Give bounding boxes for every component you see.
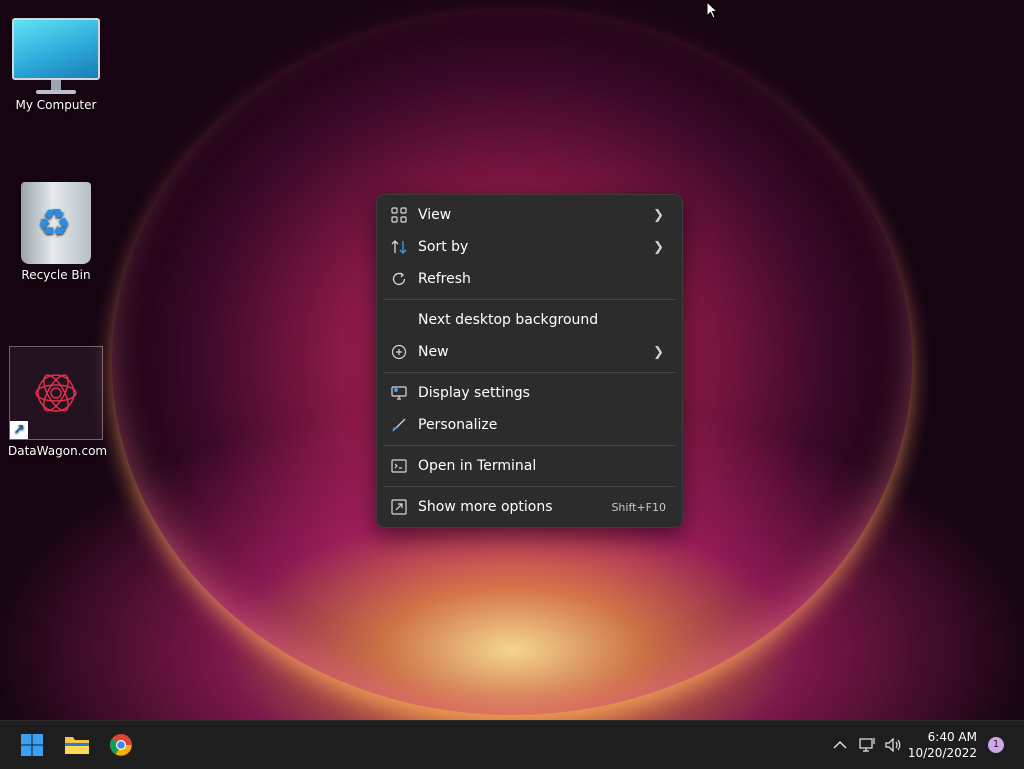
chrome-icon bbox=[110, 734, 132, 756]
volume-icon[interactable] bbox=[883, 735, 903, 755]
menu-item-label: Display settings bbox=[418, 385, 530, 401]
menu-item-personalize[interactable]: Personalize bbox=[377, 409, 682, 441]
menu-item-label: Open in Terminal bbox=[418, 458, 537, 474]
menu-item-sort-by[interactable]: Sort by ❯ bbox=[377, 231, 682, 263]
menu-item-label: New bbox=[418, 344, 449, 360]
taskbar: 6:40 AM 10/20/2022 1 bbox=[0, 720, 1024, 769]
menu-item-refresh[interactable]: Refresh bbox=[377, 263, 682, 295]
menu-item-display-settings[interactable]: Display settings bbox=[377, 377, 682, 409]
desktop-icon-label: My Computer bbox=[15, 98, 97, 112]
terminal-icon bbox=[389, 456, 409, 476]
chevron-up-icon[interactable] bbox=[830, 735, 850, 755]
clock-time: 6:40 AM bbox=[927, 730, 977, 744]
desktop-icon-label: Recycle Bin bbox=[21, 268, 91, 282]
menu-separator bbox=[383, 445, 676, 446]
start-button[interactable] bbox=[16, 729, 48, 761]
menu-item-new[interactable]: New ❯ bbox=[377, 336, 682, 368]
menu-item-view[interactable]: View ❯ bbox=[377, 199, 682, 231]
mouse-cursor-icon bbox=[706, 0, 719, 23]
clock-date: 10/20/2022 bbox=[907, 746, 977, 760]
menu-item-label: Refresh bbox=[418, 271, 471, 287]
desktop-icon-my-computer[interactable]: My Computer bbox=[8, 18, 104, 112]
menu-item-label: Show more options bbox=[418, 499, 553, 515]
monitor-icon bbox=[8, 18, 104, 94]
desktop-icon-recycle-bin[interactable]: ♻ Recycle Bin bbox=[8, 182, 104, 282]
display-icon bbox=[389, 383, 409, 403]
plus-circle-icon bbox=[389, 342, 409, 362]
menu-item-label: View bbox=[418, 207, 452, 223]
shortcut-arrow-icon: ↗ bbox=[10, 421, 28, 439]
chevron-right-icon: ❯ bbox=[653, 239, 664, 255]
notification-badge[interactable]: 1 bbox=[988, 737, 1004, 753]
grid-icon bbox=[389, 205, 409, 225]
taskbar-clock[interactable]: 6:40 AM 10/20/2022 bbox=[908, 729, 977, 761]
refresh-icon bbox=[389, 269, 409, 289]
recycle-bin-icon: ♻ bbox=[21, 182, 91, 264]
desktop-context-menu: View ❯ Sort by ❯ Refresh Next desktop ba… bbox=[376, 194, 683, 528]
menu-item-label: Personalize bbox=[418, 417, 498, 433]
menu-item-label: Next desktop background bbox=[418, 312, 599, 328]
desktop-icon-datawagon[interactable]: ↗ DataWagon.com bbox=[8, 346, 108, 458]
menu-item-show-more-options[interactable]: Show more options Shift+F10 bbox=[377, 491, 682, 523]
menu-separator bbox=[383, 299, 676, 300]
folder-icon bbox=[65, 737, 89, 754]
menu-item-label: Sort by bbox=[418, 239, 469, 255]
shortcut-hint: Shift+F10 bbox=[611, 500, 666, 514]
menu-separator bbox=[383, 372, 676, 373]
datawagon-logo-icon: ↗ bbox=[9, 346, 103, 440]
expand-icon bbox=[389, 497, 409, 517]
sort-icon bbox=[389, 237, 409, 257]
network-icon[interactable] bbox=[858, 735, 878, 755]
chrome-button[interactable] bbox=[105, 729, 137, 761]
chevron-right-icon: ❯ bbox=[653, 344, 664, 360]
file-explorer-button[interactable] bbox=[61, 729, 93, 761]
brush-icon bbox=[389, 415, 409, 435]
menu-separator bbox=[383, 486, 676, 487]
desktop-icon-label: DataWagon.com bbox=[8, 444, 108, 458]
menu-item-next-desktop-background[interactable]: Next desktop background bbox=[377, 304, 682, 336]
chevron-right-icon: ❯ bbox=[653, 207, 664, 223]
windows-logo-icon bbox=[21, 734, 43, 756]
menu-item-open-in-terminal[interactable]: Open in Terminal bbox=[377, 450, 682, 482]
